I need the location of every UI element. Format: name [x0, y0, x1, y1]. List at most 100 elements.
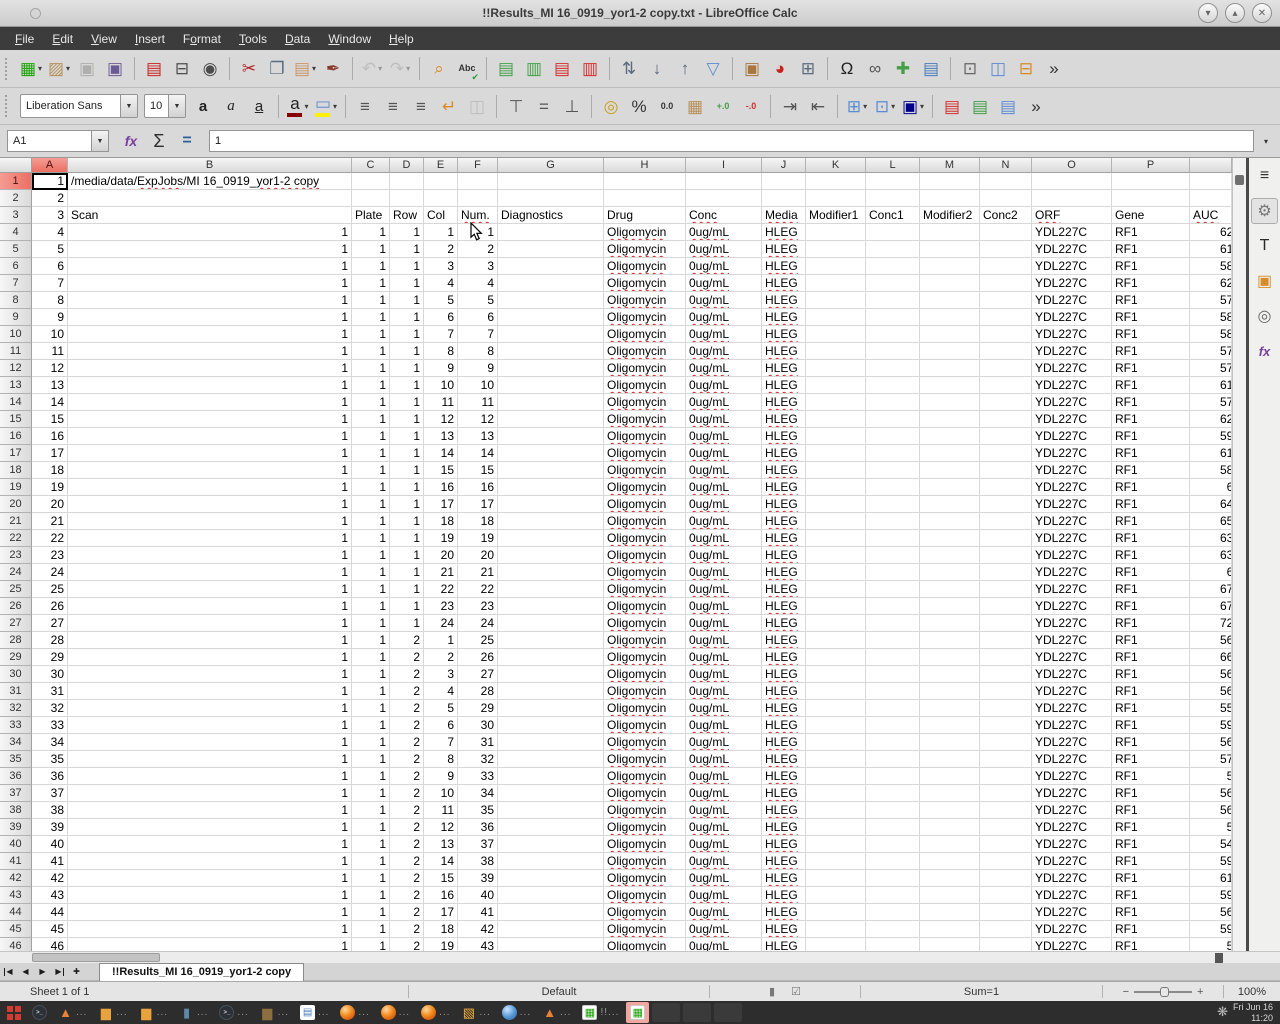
cell-D9[interactable]: 1: [390, 309, 424, 326]
cell-P44[interactable]: RF1: [1112, 904, 1190, 921]
cell-L31[interactable]: [866, 683, 920, 700]
center-vertically-button[interactable]: =: [531, 91, 557, 121]
cell-C22[interactable]: 1: [352, 530, 390, 547]
cell-L5[interactable]: [866, 241, 920, 258]
cell-F16[interactable]: 13: [458, 428, 498, 445]
row-header-41[interactable]: 41: [0, 853, 32, 870]
cell-L7[interactable]: [866, 275, 920, 292]
cell-C18[interactable]: 1: [352, 462, 390, 479]
cell-F17[interactable]: 14: [458, 445, 498, 462]
cell-G40[interactable]: [498, 836, 604, 853]
cell-N17[interactable]: [980, 445, 1032, 462]
cell-A38[interactable]: 38: [32, 802, 68, 819]
menu-window[interactable]: Window: [319, 29, 380, 49]
cell-C41[interactable]: 1: [352, 853, 390, 870]
cell-N39[interactable]: [980, 819, 1032, 836]
cell-N28[interactable]: [980, 632, 1032, 649]
cell-E31[interactable]: 4: [424, 683, 458, 700]
cell-O30[interactable]: YDL227C: [1032, 666, 1112, 683]
cell-I19[interactable]: 0ug/mL: [686, 479, 762, 496]
cell-K18[interactable]: [806, 462, 866, 479]
cell-L21[interactable]: [866, 513, 920, 530]
cell-I14[interactable]: 0ug/mL: [686, 394, 762, 411]
cell-I46[interactable]: 0ug/mL: [686, 938, 762, 951]
cell-H28[interactable]: Oligomycin: [604, 632, 686, 649]
cell-E14[interactable]: 11: [424, 394, 458, 411]
cell-H25[interactable]: Oligomycin: [604, 581, 686, 598]
cell-F4[interactable]: 1: [458, 224, 498, 241]
cell-O8[interactable]: YDL227C: [1032, 292, 1112, 309]
cell-K26[interactable]: [806, 598, 866, 615]
cell-N9[interactable]: [980, 309, 1032, 326]
cell-P8[interactable]: RF1: [1112, 292, 1190, 309]
cell-G8[interactable]: [498, 292, 604, 309]
terminal-app[interactable]: >_...: [215, 1002, 252, 1023]
cell-J31[interactable]: HLEG: [762, 683, 806, 700]
cell-L15[interactable]: [866, 411, 920, 428]
cell-A44[interactable]: 44: [32, 904, 68, 921]
cell-D13[interactable]: 1: [390, 377, 424, 394]
cell-Q2[interactable]: [1190, 190, 1232, 207]
cell-E13[interactable]: 10: [424, 377, 458, 394]
cell-P42[interactable]: RF1: [1112, 870, 1190, 887]
workspace-switcher[interactable]: [3, 1002, 25, 1023]
cell-G7[interactable]: [498, 275, 604, 292]
row-header-36[interactable]: 36: [0, 768, 32, 785]
cell-P41[interactable]: RF1: [1112, 853, 1190, 870]
cell-P9[interactable]: RF1: [1112, 309, 1190, 326]
cell-B44[interactable]: 1: [68, 904, 352, 921]
libreoffice-calc-window[interactable]: ▦!!...: [578, 1002, 623, 1023]
cell-H7[interactable]: Oligomycin: [604, 275, 686, 292]
cell-B29[interactable]: 1: [68, 649, 352, 666]
cell-A6[interactable]: 6: [32, 258, 68, 275]
cell-O13[interactable]: YDL227C: [1032, 377, 1112, 394]
cell-A14[interactable]: 14: [32, 394, 68, 411]
cell-F31[interactable]: 28: [458, 683, 498, 700]
cell-M16[interactable]: [920, 428, 980, 445]
border-style-button[interactable]: ⊡▾: [872, 91, 898, 121]
cell-J9[interactable]: HLEG: [762, 309, 806, 326]
cell-B19[interactable]: 1: [68, 479, 352, 496]
cell-O12[interactable]: YDL227C: [1032, 360, 1112, 377]
cell-I45[interactable]: 0ug/mL: [686, 921, 762, 938]
function-wizard-button[interactable]: fx: [118, 128, 144, 154]
file-manager-folder[interactable]: ▆...: [135, 1002, 172, 1023]
cell-D29[interactable]: 2: [390, 649, 424, 666]
cell-J14[interactable]: HLEG: [762, 394, 806, 411]
cell-P46[interactable]: RF1: [1112, 938, 1190, 951]
cell-K25[interactable]: [806, 581, 866, 598]
cell-E28[interactable]: 1: [424, 632, 458, 649]
cell-L34[interactable]: [866, 734, 920, 751]
cell-H8[interactable]: Oligomycin: [604, 292, 686, 309]
cell-O43[interactable]: YDL227C: [1032, 887, 1112, 904]
cell-A32[interactable]: 32: [32, 700, 68, 717]
cell-J26[interactable]: HLEG: [762, 598, 806, 615]
cell-M37[interactable]: [920, 785, 980, 802]
cell-P10[interactable]: RF1: [1112, 326, 1190, 343]
cell-A24[interactable]: 24: [32, 564, 68, 581]
name-box-dropdown-icon[interactable]: ▼: [91, 131, 108, 151]
cell-I41[interactable]: 0ug/mL: [686, 853, 762, 870]
cell-K30[interactable]: [806, 666, 866, 683]
next-sheet-button[interactable]: ▶: [34, 963, 51, 981]
cell-Q20[interactable]: 642: [1190, 496, 1232, 513]
cell-H22[interactable]: Oligomycin: [604, 530, 686, 547]
cell-K44[interactable]: [806, 904, 866, 921]
cell-F32[interactable]: 29: [458, 700, 498, 717]
cell-B2[interactable]: [68, 190, 352, 207]
column-header-M[interactable]: M: [920, 158, 980, 173]
row-header-33[interactable]: 33: [0, 717, 32, 734]
cell-L29[interactable]: [866, 649, 920, 666]
cell-L13[interactable]: [866, 377, 920, 394]
dropdown-arrow-icon[interactable]: ▾: [312, 64, 316, 73]
cell-M21[interactable]: [920, 513, 980, 530]
cell-I4[interactable]: 0ug/mL: [686, 224, 762, 241]
font-size-select[interactable]: 10▼: [144, 94, 186, 118]
cell-B38[interactable]: 1: [68, 802, 352, 819]
cell-G1[interactable]: [498, 173, 604, 190]
cell-C21[interactable]: 1: [352, 513, 390, 530]
cell-I35[interactable]: 0ug/mL: [686, 751, 762, 768]
cell-P20[interactable]: RF1: [1112, 496, 1190, 513]
cell-J34[interactable]: HLEG: [762, 734, 806, 751]
cell-G42[interactable]: [498, 870, 604, 887]
